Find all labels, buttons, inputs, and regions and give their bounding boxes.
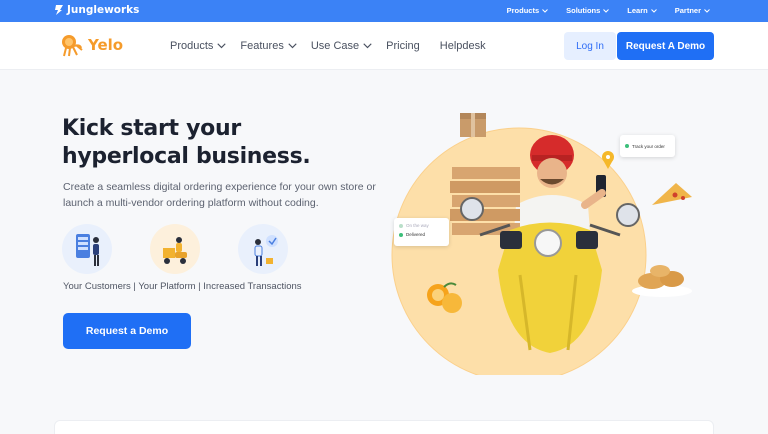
chevron-down-icon xyxy=(650,8,657,13)
chevron-down-icon xyxy=(288,43,297,49)
hero-title-line1: Kick start your xyxy=(62,116,241,141)
hero-title-line2: hyperlocal business. xyxy=(62,144,311,169)
chevron-down-icon xyxy=(363,43,372,49)
top-menu-label: Partner xyxy=(674,6,701,15)
features-caption: Your Customers | Your Platform | Increas… xyxy=(63,281,302,292)
customers-icon xyxy=(62,224,112,274)
nav-item-helpdesk[interactable]: Helpdesk xyxy=(440,40,486,52)
request-a-demo-button[interactable]: Request a Demo xyxy=(63,313,191,349)
top-menu-label: Solutions xyxy=(566,6,601,15)
yelo-logo[interactable]: Yelo xyxy=(58,32,123,58)
lion-logo-icon xyxy=(62,35,83,57)
transactions-icon xyxy=(238,224,288,274)
nav-item-label: Products xyxy=(170,40,214,52)
track-order-card: Track your order xyxy=(620,135,675,157)
nav-item-label: Use Case xyxy=(310,40,360,52)
parcel-box-icon xyxy=(460,113,486,137)
nav-item-pricing[interactable]: Pricing xyxy=(386,40,420,52)
main-navigation: Yelo Products Features Use Case Pricing … xyxy=(0,22,768,70)
platform-icon xyxy=(150,224,200,274)
chevron-down-icon xyxy=(542,8,548,13)
status-dot xyxy=(399,232,403,237)
bottom-card xyxy=(54,420,714,434)
nav-item-products[interactable]: Products xyxy=(170,40,227,52)
order-status-card: On the way Delivered xyxy=(394,218,449,246)
top-bar: Jungleworks Products Solutions Learn Par… xyxy=(0,0,768,22)
status-row: Delivered xyxy=(399,232,449,237)
nav-item-label: Features xyxy=(240,40,284,52)
jungleworks-brand[interactable]: Jungleworks xyxy=(54,4,139,16)
nav-item-features[interactable]: Features xyxy=(240,40,297,52)
login-button[interactable]: Log In xyxy=(564,32,616,60)
chevron-down-icon xyxy=(217,43,227,49)
pizza-slice-icon xyxy=(652,183,692,205)
nav-item-use-case[interactable]: Use Case xyxy=(311,40,372,52)
nav-item-label: Pricing xyxy=(386,40,420,52)
brand-name: Jungleworks xyxy=(67,4,140,16)
logo-text: Yelo xyxy=(88,36,124,54)
nav-item-label: Helpdesk xyxy=(439,40,486,52)
request-demo-button[interactable]: Request A Demo xyxy=(617,32,714,60)
top-menu-label: Learn xyxy=(627,6,648,15)
hero-title: Kick start your hyperlocal business. xyxy=(62,115,362,171)
top-menu-products[interactable]: Products xyxy=(507,6,549,15)
chevron-down-icon xyxy=(603,8,610,13)
top-menu-partner[interactable]: Partner xyxy=(675,6,710,15)
track-order-label: Track your order xyxy=(632,143,665,149)
hero-subtitle: Create a seamless digital ordering exper… xyxy=(63,181,376,209)
status-row: On the way xyxy=(399,223,449,228)
jungleworks-logo-icon xyxy=(55,5,63,15)
chevron-down-icon xyxy=(704,8,710,13)
nav-links: Products Features Use Case Pricing Helpd… xyxy=(170,40,486,52)
top-menu-learn[interactable]: Learn xyxy=(627,6,657,15)
status-label: Delivered xyxy=(406,232,426,237)
status-label: On the way xyxy=(406,223,429,228)
top-menu-solutions[interactable]: Solutions xyxy=(566,6,610,15)
top-menu: Products Solutions Learn Partner xyxy=(507,6,710,15)
top-menu-label: Products xyxy=(506,6,540,15)
status-dot xyxy=(399,223,403,228)
feature-icons xyxy=(62,224,288,274)
status-dot xyxy=(625,144,629,148)
